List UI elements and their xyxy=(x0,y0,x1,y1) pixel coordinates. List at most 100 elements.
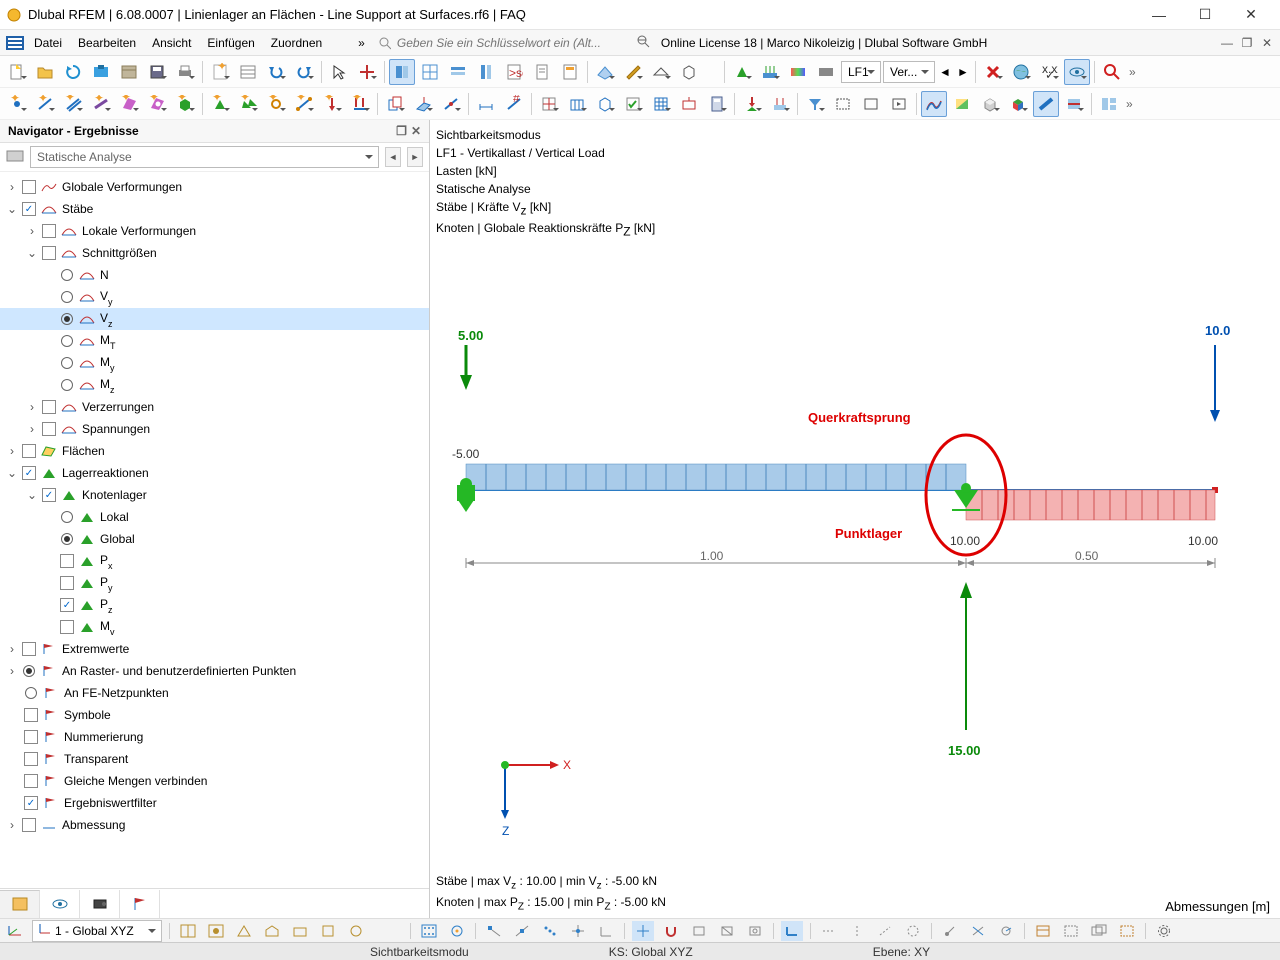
view-doc-icon[interactable] xyxy=(529,59,555,85)
divide-icon[interactable] xyxy=(438,91,464,117)
render-cube-icon[interactable] xyxy=(977,91,1003,117)
block-manager-icon[interactable] xyxy=(88,59,114,85)
snap-axis-icon[interactable] xyxy=(632,921,654,941)
section-view-icon[interactable] xyxy=(1061,91,1087,117)
status-i6[interactable] xyxy=(317,921,339,941)
view-grid-icon[interactable] xyxy=(417,59,443,85)
snap-cross-icon[interactable] xyxy=(567,921,589,941)
guide-v-icon[interactable] xyxy=(846,921,868,941)
color-cube-icon[interactable] xyxy=(1005,91,1031,117)
layer1-icon[interactable] xyxy=(1032,921,1054,941)
layer2-icon[interactable] xyxy=(1060,921,1082,941)
load-wizard-icon[interactable] xyxy=(767,91,793,117)
load1-icon[interactable]: ✦ xyxy=(319,91,345,117)
surface-icon[interactable]: ✦ xyxy=(116,91,142,117)
line-icon[interactable]: ✦ xyxy=(32,91,58,117)
node-icon[interactable]: ✦ xyxy=(4,91,30,117)
loadcase-combo[interactable]: LF1 xyxy=(841,61,881,83)
move-icon[interactable] xyxy=(354,59,380,85)
maximize-button[interactable]: ☐ xyxy=(1182,1,1228,29)
extrude-icon[interactable] xyxy=(410,91,436,117)
view-3d-icon[interactable] xyxy=(676,59,702,85)
new-sheet-icon[interactable]: ✦ xyxy=(207,59,233,85)
undo-icon[interactable] xyxy=(263,59,289,85)
menu-datei[interactable]: Datei xyxy=(26,32,70,54)
status-i1[interactable] xyxy=(177,921,199,941)
menu-einfuegen[interactable]: Einfügen xyxy=(199,32,262,54)
nodal-sup-icon[interactable]: ✦ xyxy=(207,91,233,117)
lc-next-icon[interactable]: ► xyxy=(955,59,971,85)
generate-icon[interactable] xyxy=(536,91,562,117)
mesh-check-icon[interactable] xyxy=(620,91,646,117)
units-xxx-icon[interactable]: x.xx✓ xyxy=(1036,59,1062,85)
view-icon[interactable] xyxy=(648,59,674,85)
cp2-icon[interactable] xyxy=(967,921,989,941)
mesh-frame-icon[interactable] xyxy=(564,91,590,117)
snap-magnet-icon[interactable] xyxy=(660,921,682,941)
rigid-icon[interactable]: ✦ xyxy=(291,91,317,117)
eye-visibility-icon[interactable] xyxy=(1064,59,1090,85)
nav-next[interactable]: ► xyxy=(407,147,423,167)
nav-tab-display[interactable] xyxy=(40,890,80,918)
nav-float-icon[interactable]: ❐ xyxy=(396,124,407,138)
coord-combo[interactable]: 1 - Global XYZ xyxy=(32,920,162,942)
mdi-close[interactable]: ✕ xyxy=(1258,34,1276,52)
section-icon[interactable] xyxy=(620,59,646,85)
view-rect-icon[interactable] xyxy=(830,91,856,117)
opening-icon[interactable]: ✦ xyxy=(144,91,170,117)
mdi-minimize[interactable]: — xyxy=(1218,34,1236,52)
lc-prev-icon[interactable]: ◄ xyxy=(937,59,953,85)
nav-prev[interactable]: ◄ xyxy=(385,147,401,167)
status-i5[interactable] xyxy=(289,921,311,941)
view-table-icon[interactable] xyxy=(389,59,415,85)
hinge-icon[interactable]: ✦ xyxy=(263,91,289,117)
solid-obj-icon[interactable]: ✦ xyxy=(172,91,198,117)
line-sup-icon[interactable]: ✦ xyxy=(235,91,261,117)
mesh-solid-icon[interactable] xyxy=(592,91,618,117)
nav-close-icon[interactable]: ✕ xyxy=(411,124,421,138)
layer3-icon[interactable] xyxy=(1088,921,1110,941)
results-diagram-icon[interactable] xyxy=(921,91,947,117)
license-search-icon[interactable] xyxy=(633,34,653,51)
filter-icon[interactable] xyxy=(802,91,828,117)
snap-dots-icon[interactable] xyxy=(539,921,561,941)
keyword-search[interactable] xyxy=(373,32,633,54)
line-render-icon[interactable] xyxy=(1033,91,1059,117)
status-i7[interactable] xyxy=(345,921,367,941)
member-set-icon[interactable]: ✦ xyxy=(60,91,86,117)
loadcase-name-combo[interactable]: Ver... xyxy=(883,61,935,83)
cp1-icon[interactable] xyxy=(939,921,961,941)
ortho-icon[interactable] xyxy=(781,921,803,941)
redo-icon[interactable] xyxy=(291,59,317,85)
guide-h-icon[interactable] xyxy=(818,921,840,941)
load-support-icon[interactable] xyxy=(739,91,765,117)
save-icon[interactable] xyxy=(144,59,170,85)
supports-icon[interactable] xyxy=(729,59,755,85)
spreadsheet-icon[interactable] xyxy=(235,59,261,85)
search-tool-icon[interactable] xyxy=(1099,59,1125,85)
minimize-button[interactable]: — xyxy=(1136,1,1182,29)
view-rect2-icon[interactable] xyxy=(858,91,884,117)
work-plane-icon[interactable] xyxy=(592,59,618,85)
nav-tab-data[interactable] xyxy=(0,890,40,918)
refresh-icon[interactable] xyxy=(60,59,86,85)
menu-ansicht[interactable]: Ansicht xyxy=(144,32,199,54)
cp3-icon[interactable] xyxy=(995,921,1017,941)
status-i4[interactable] xyxy=(261,921,283,941)
dummy-icon[interactable] xyxy=(676,91,702,117)
settings-gear-icon[interactable] xyxy=(1153,921,1175,941)
coord-icon[interactable] xyxy=(4,921,26,941)
project-icon[interactable] xyxy=(116,59,142,85)
new-file-icon[interactable] xyxy=(4,59,30,85)
menu-more[interactable]: » xyxy=(350,32,373,54)
guide-c-icon[interactable] xyxy=(902,921,924,941)
mesh-gen-icon[interactable] xyxy=(648,91,674,117)
load2-icon[interactable]: ✦ xyxy=(347,91,373,117)
menu-bearbeiten[interactable]: Bearbeiten xyxy=(70,32,144,54)
view-list-icon[interactable] xyxy=(445,59,471,85)
layout-icon[interactable] xyxy=(1096,91,1122,117)
close-button[interactable]: ✕ xyxy=(1228,1,1274,29)
layer4-icon[interactable] xyxy=(1116,921,1138,941)
guide-d-icon[interactable] xyxy=(874,921,896,941)
numbering-icon[interactable]: # xyxy=(501,91,527,117)
